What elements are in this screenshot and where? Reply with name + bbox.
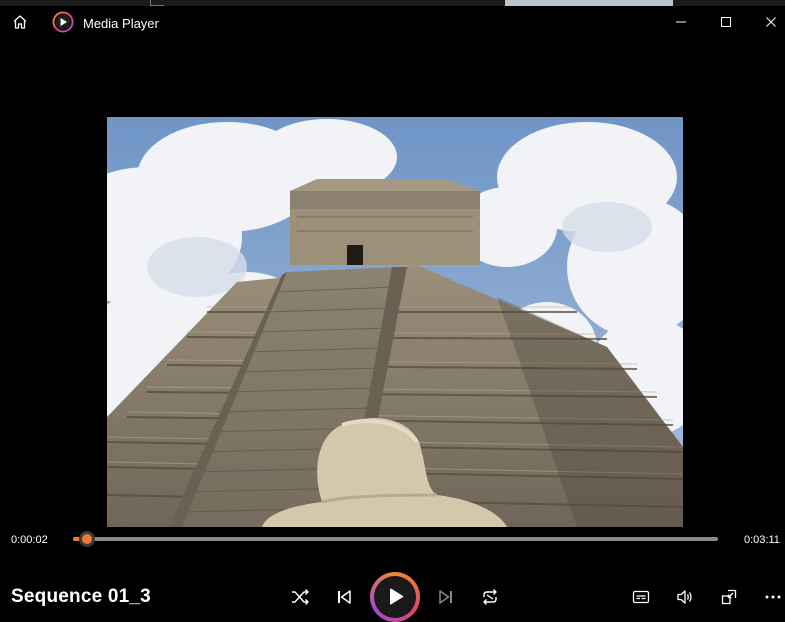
seek-thumb[interactable]	[79, 531, 95, 547]
captions-icon	[632, 590, 650, 604]
volume-button[interactable]	[669, 581, 701, 613]
app-title: Media Player	[83, 16, 159, 31]
mini-player-icon	[721, 589, 737, 605]
temple	[290, 205, 480, 265]
next-icon	[439, 590, 452, 604]
video-scene	[107, 117, 683, 527]
play-button[interactable]	[370, 572, 420, 622]
repeat-button[interactable]	[474, 581, 506, 613]
media-title: Sequence 01_3	[11, 586, 151, 607]
elapsed-time: 0:00:02	[11, 534, 48, 546]
mini-player-button[interactable]	[713, 581, 745, 613]
next-button[interactable]	[430, 581, 462, 613]
video-frame[interactable]	[107, 117, 683, 527]
media-player-icon	[52, 11, 74, 33]
maximize-button[interactable]	[712, 10, 740, 34]
home-button[interactable]	[8, 10, 32, 34]
play-icon	[390, 588, 404, 605]
minimize-icon	[676, 21, 686, 23]
previous-button[interactable]	[328, 581, 360, 613]
total-duration: 0:03:11	[744, 534, 780, 546]
shuffle-icon	[292, 589, 309, 605]
more-options-button[interactable]	[757, 581, 785, 613]
close-button[interactable]	[757, 10, 785, 34]
close-icon	[766, 17, 776, 27]
more-options-icon	[765, 595, 781, 599]
minimize-button[interactable]	[667, 10, 695, 34]
captions-button[interactable]	[625, 581, 657, 613]
previous-icon	[338, 590, 351, 604]
title-bar: Media Player	[0, 6, 785, 39]
seek-bar[interactable]	[73, 537, 718, 541]
maximize-icon	[721, 17, 731, 27]
volume-icon	[677, 590, 692, 604]
shuffle-button[interactable]	[284, 581, 316, 613]
repeat-icon	[483, 589, 497, 605]
home-icon	[13, 15, 27, 29]
